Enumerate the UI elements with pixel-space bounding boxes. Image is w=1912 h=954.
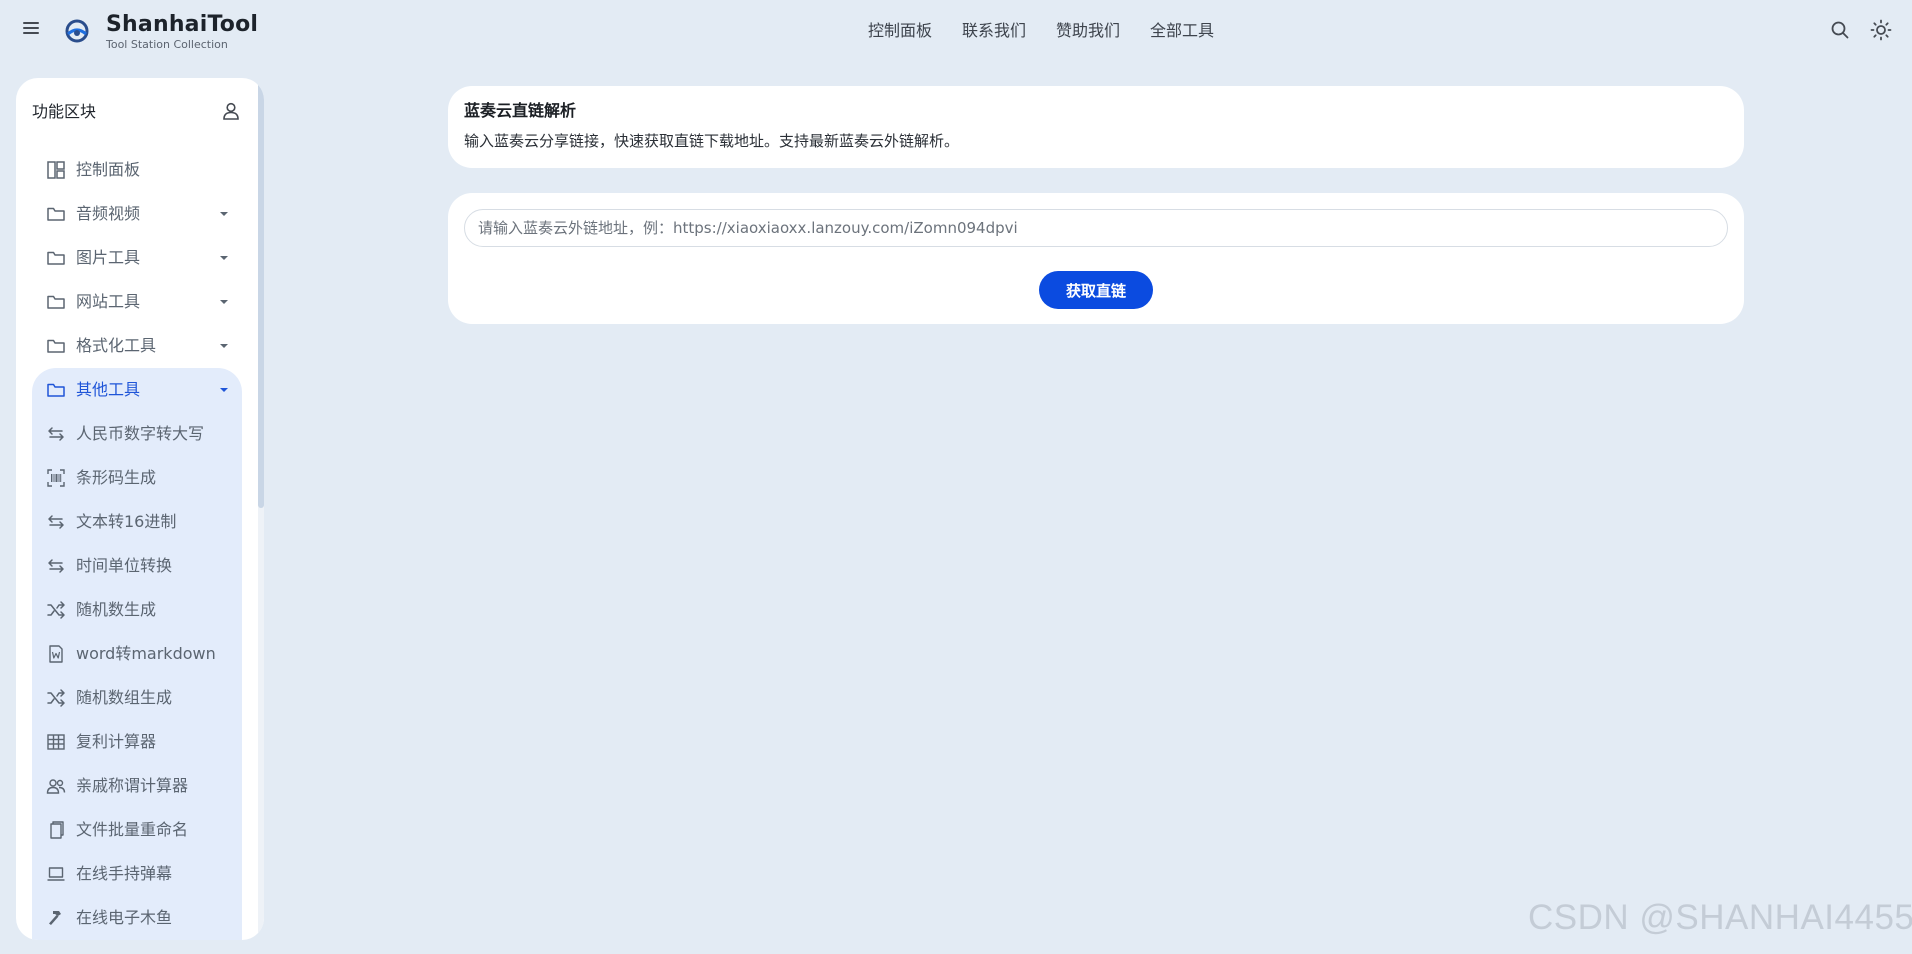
- laptop-icon: [46, 864, 66, 884]
- barcode-icon: [46, 468, 66, 488]
- sidebar-subitem-compound-interest[interactable]: 复利计算器: [32, 720, 242, 764]
- swap-icon: [46, 424, 66, 444]
- search-icon[interactable]: [1828, 18, 1852, 42]
- get-direct-link-button[interactable]: 获取直链: [1039, 271, 1153, 309]
- top-nav: 控制面板 联系我们 赞助我们 全部工具: [868, 20, 1214, 42]
- tool-form-card: 获取直链: [448, 193, 1744, 324]
- shuffle-icon: [46, 688, 66, 708]
- sidebar-item-label: 亲戚称谓计算器: [76, 776, 189, 795]
- folder-icon: [46, 292, 66, 312]
- chevron-down-icon: [220, 300, 228, 304]
- brand-subtitle: Tool Station Collection: [106, 38, 228, 51]
- sidebar-subitem-random-array[interactable]: 随机数组生成: [32, 676, 242, 720]
- sidebar-header: 功能区块: [32, 100, 242, 124]
- sidebar-subitem-word-to-markdown[interactable]: word转markdown: [32, 632, 242, 676]
- tool-title: 蓝奏云直链解析: [464, 101, 577, 120]
- brand-title: ShanhaiTool: [106, 12, 259, 37]
- user-icon[interactable]: [220, 100, 242, 122]
- sidebar-subitem-barcode[interactable]: 条形码生成: [32, 456, 242, 500]
- folder-icon: [46, 380, 66, 400]
- chevron-down-icon: [220, 256, 228, 260]
- sidebar-title: 功能区块: [32, 102, 97, 121]
- logo-icon[interactable]: [64, 18, 90, 44]
- folder-icon: [46, 248, 66, 268]
- tool-description: 输入蓝奏云分享链接，快速获取直链下载地址。支持最新蓝奏云外链解析。: [464, 132, 960, 150]
- sidebar-item-other-tools[interactable]: 其他工具: [32, 368, 242, 412]
- sidebar-subitem-random-number[interactable]: 随机数生成: [32, 588, 242, 632]
- dashboard-icon: [46, 160, 66, 180]
- sidebar-subitem-batch-rename[interactable]: 文件批量重命名: [32, 808, 242, 852]
- sidebar-item-label: 随机数生成: [76, 600, 157, 619]
- folder-icon: [46, 336, 66, 356]
- people-icon: [46, 776, 66, 796]
- sidebar-item-label: 文件批量重命名: [76, 820, 189, 839]
- watermark: CSDN @SHANHAI4455: [1528, 898, 1912, 937]
- sidebar: 功能区块 控制面板 音频视频 图片工具 网站工具 格式化工具 其他工具 人民币数…: [16, 78, 264, 940]
- sidebar-item-image-tools[interactable]: 图片工具: [32, 236, 242, 280]
- sidebar-subitem-relative-title[interactable]: 亲戚称谓计算器: [32, 764, 242, 808]
- nav-contact[interactable]: 联系我们: [962, 20, 1026, 42]
- word-file-icon: [46, 644, 66, 664]
- nav-all-tools[interactable]: 全部工具: [1150, 20, 1214, 42]
- sidebar-item-label: 文本转16进制: [76, 512, 177, 531]
- swap-icon: [46, 556, 66, 576]
- sidebar-item-label: 其他工具: [76, 380, 141, 399]
- sidebar-item-label: 随机数组生成: [76, 688, 173, 707]
- chevron-down-icon: [220, 388, 228, 392]
- tool-info-card: 蓝奏云直链解析 输入蓝奏云分享链接，快速获取直链下载地址。支持最新蓝奏云外链解析…: [448, 86, 1744, 168]
- theme-toggle-icon[interactable]: [1869, 18, 1893, 42]
- sidebar-item-label: 在线手持弹幕: [76, 864, 173, 883]
- sidebar-item-label: 图片工具: [76, 248, 141, 267]
- nav-dashboard[interactable]: 控制面板: [868, 20, 932, 42]
- folder-icon: [46, 204, 66, 224]
- sidebar-item-dashboard[interactable]: 控制面板: [32, 148, 242, 192]
- brand[interactable]: ShanhaiTool Tool Station Collection: [106, 12, 258, 51]
- sidebar-item-label: 在线电子木鱼: [76, 908, 173, 927]
- table-icon: [46, 732, 66, 752]
- sidebar-subitem-rmb-uppercase[interactable]: 人民币数字转大写: [32, 412, 242, 456]
- sidebar-item-label: word转markdown: [76, 644, 216, 663]
- sidebar-item-label: 时间单位转换: [76, 556, 173, 575]
- sidebar-item-label: 条形码生成: [76, 468, 157, 487]
- nav-sponsor[interactable]: 赞助我们: [1056, 20, 1120, 42]
- sidebar-item-label: 音频视频: [76, 204, 141, 223]
- sidebar-scrollbar[interactable]: [258, 78, 264, 940]
- sidebar-item-label: 人民币数字转大写: [76, 424, 205, 443]
- sidebar-item-label: 控制面板: [76, 160, 141, 179]
- shuffle-icon: [46, 600, 66, 620]
- sidebar-subitem-handheld-danmaku[interactable]: 在线手持弹幕: [32, 852, 242, 896]
- sidebar-scroll-thumb[interactable]: [258, 78, 264, 508]
- sidebar-subitem-wooden-fish[interactable]: 在线电子木鱼: [32, 896, 242, 940]
- sidebar-item-audio-video[interactable]: 音频视频: [32, 192, 242, 236]
- sidebar-item-label: 格式化工具: [76, 336, 157, 355]
- sidebar-item-format-tools[interactable]: 格式化工具: [32, 324, 242, 368]
- swap-icon: [46, 512, 66, 532]
- menu-icon[interactable]: [20, 19, 42, 41]
- sidebar-subitem-text-to-hex[interactable]: 文本转16进制: [32, 500, 242, 544]
- sidebar-subitem-time-unit[interactable]: 时间单位转换: [32, 544, 242, 588]
- files-icon: [46, 820, 66, 840]
- chevron-down-icon: [220, 212, 228, 216]
- hammer-icon: [46, 908, 66, 928]
- sidebar-item-label: 复利计算器: [76, 732, 157, 751]
- chevron-down-icon: [220, 344, 228, 348]
- sidebar-item-label: 网站工具: [76, 292, 141, 311]
- top-header: ShanhaiTool Tool Station Collection 控制面板…: [0, 0, 1912, 62]
- sidebar-item-website-tools[interactable]: 网站工具: [32, 280, 242, 324]
- lanzou-url-input[interactable]: [464, 209, 1728, 247]
